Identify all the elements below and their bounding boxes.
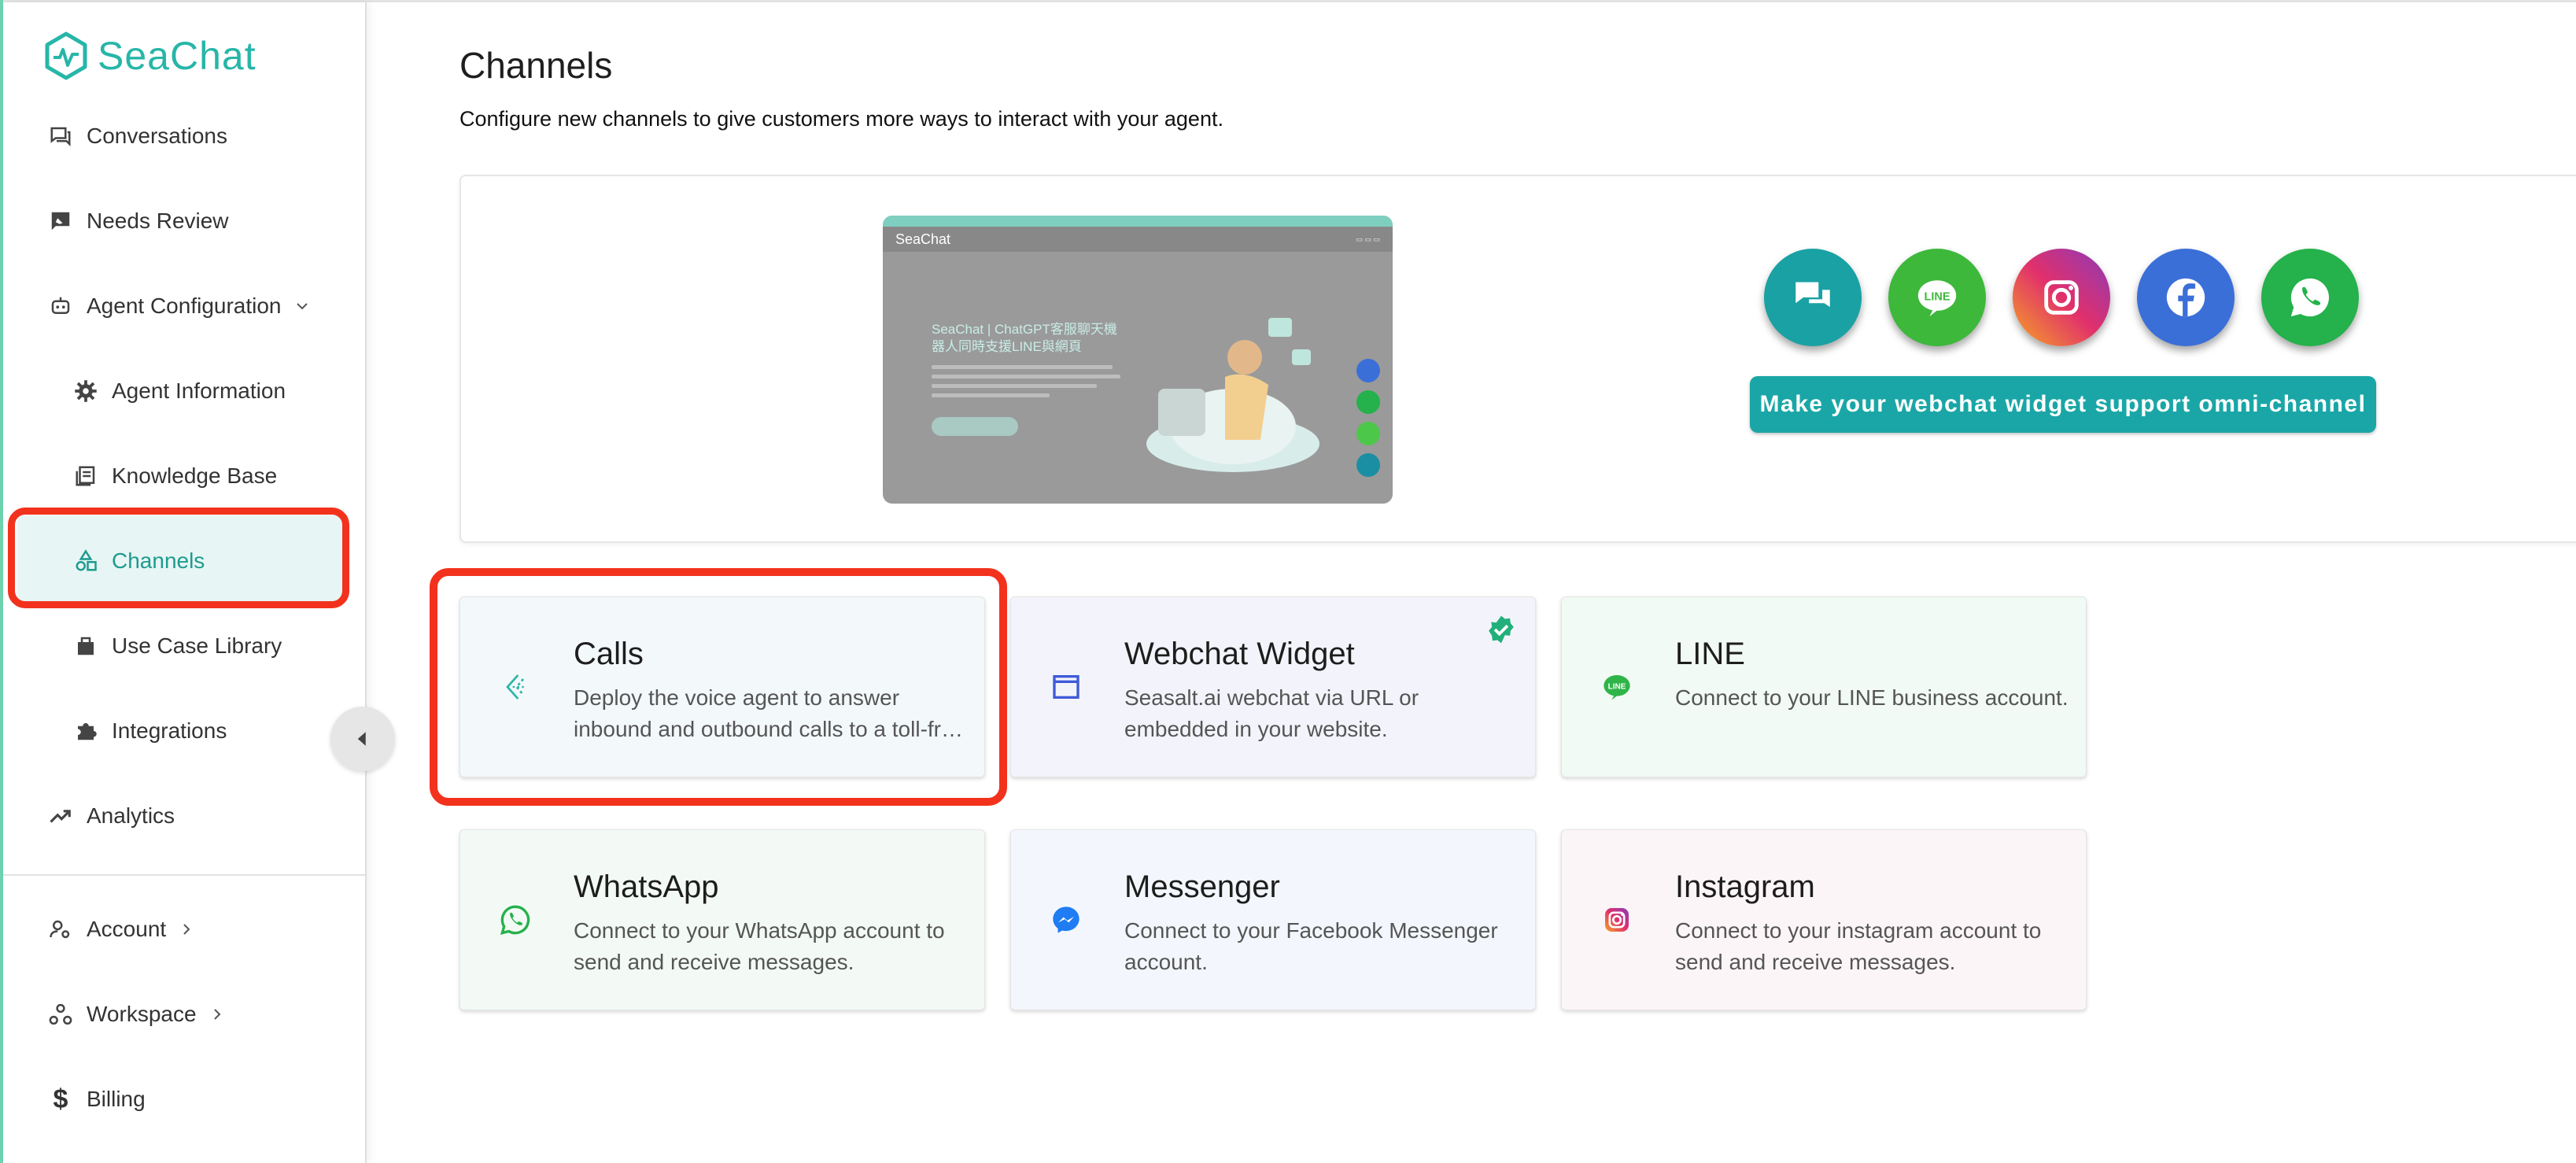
preview-illustration: [1146, 318, 1319, 472]
card-description: Connect to your WhatsApp account to send…: [574, 918, 945, 974]
sidebar-item-label: Analytics: [87, 803, 175, 828]
puzzle-icon: [72, 718, 99, 744]
chevron-right-icon: [183, 924, 190, 935]
card-title: Messenger: [1124, 869, 1280, 904]
seachat-logo[interactable]: SeaChat: [41, 31, 256, 81]
page-subtitle: Configure new channels to give customers…: [459, 107, 1223, 131]
book-icon: [72, 463, 99, 489]
collapse-sidebar-button[interactable]: [330, 707, 395, 771]
dollar-icon: $: [53, 1084, 68, 1114]
brand-name: SeaChat: [98, 34, 256, 78]
sidebar-item-workspace[interactable]: Workspace: [47, 991, 227, 1038]
messenger-icon: [1049, 903, 1083, 937]
chevron-down-icon: [296, 303, 308, 310]
sidebar-item-conversations[interactable]: Conversations: [47, 113, 227, 160]
whatsapp-icon[interactable]: [2261, 249, 2359, 346]
card-description: Seasalt.ai webchat via URL or embedded i…: [1124, 685, 1419, 741]
svg-text:LINE: LINE: [1924, 291, 1950, 304]
preview-brand: SeaChat: [895, 231, 951, 247]
account-icon: [47, 916, 74, 943]
sidebar-item-agent-information[interactable]: Agent Information: [72, 367, 286, 415]
sidebar-item-label: Workspace: [87, 1002, 197, 1026]
sidebar-item-label: Billing: [87, 1087, 146, 1111]
page-title: Channels: [459, 45, 613, 86]
omni-channel-cta-button[interactable]: Make your webchat widget support omni-ch…: [1750, 376, 2376, 433]
sidebar-divider: [3, 874, 365, 876]
card-description: Connect to your LINE business account.: [1675, 685, 2069, 710]
channel-card-messenger[interactable]: Messenger Connect to your Facebook Messe…: [1010, 829, 1536, 1010]
chevron-left-icon: [357, 732, 366, 746]
sidebar-item-label: Integrations: [112, 718, 227, 743]
omni-channel-banner: SeaChat ▭ ▭ ▭ SeaChat | ChatGPT客服聊天機器人同時…: [459, 175, 2576, 543]
sidebar-item-label: Needs Review: [87, 209, 229, 233]
card-title: Instagram: [1675, 869, 1815, 904]
gear-icon: [72, 378, 99, 404]
sidebar-item-label: Account: [87, 917, 167, 941]
svg-text:LINE: LINE: [1608, 683, 1626, 692]
sidebar-item-knowledge-base[interactable]: Knowledge Base: [72, 452, 277, 500]
preview-button: [932, 417, 1018, 436]
verified-check-icon: [1489, 615, 1514, 644]
sidebar-item-needs-review[interactable]: Needs Review: [47, 198, 229, 245]
sidebar-item-analytics[interactable]: Analytics: [47, 792, 175, 840]
sidebar-item-label: Use Case Library: [112, 633, 282, 658]
seachat-logo-icon: [45, 31, 87, 80]
whatsapp-icon: [498, 903, 533, 937]
robot-icon: [47, 293, 74, 319]
instagram-icon: [1600, 903, 1634, 937]
library-icon: [72, 633, 99, 659]
omni-channel-icons: LINE: [1764, 249, 2359, 346]
preview-headline: SeaChat | ChatGPT客服聊天機器人同時支援LINE與網頁: [932, 322, 1117, 354]
preview-menu: ▭ ▭ ▭: [1356, 234, 1380, 243]
sidebar-item-billing[interactable]: $ Billing: [47, 1076, 146, 1123]
card-description: Connect to your Facebook Messenger accou…: [1124, 918, 1498, 974]
chat-icon: [47, 123, 74, 150]
preview-body-text: [932, 365, 1128, 412]
channels-highlight-annotation: [8, 508, 349, 608]
card-title: Webchat Widget: [1124, 637, 1355, 671]
review-icon: [47, 208, 74, 234]
sidebar-item-integrations[interactable]: Integrations: [72, 707, 227, 755]
channel-card-line[interactable]: LINE LINE Connect to your LINE business …: [1561, 596, 2087, 777]
sidebar-item-use-case-library[interactable]: Use Case Library: [72, 622, 282, 670]
sidebar-item-label: Knowledge Base: [112, 463, 278, 488]
card-title: LINE: [1675, 637, 1745, 671]
line-icon[interactable]: LINE: [1888, 249, 1986, 346]
trend-icon: [47, 803, 74, 829]
preview-top-bar: [883, 216, 1393, 227]
sidebar-item-label: Agent Configuration: [87, 294, 282, 318]
channel-card-webchat-widget[interactable]: Webchat Widget Seasalt.ai webchat via UR…: [1010, 596, 1536, 777]
preview-nav: SeaChat ▭ ▭ ▭: [883, 227, 1393, 252]
card-title: WhatsApp: [574, 869, 719, 904]
calls-highlight-annotation: [430, 568, 1007, 806]
sidebar-item-label: Conversations: [87, 124, 227, 148]
chat-icon[interactable]: [1764, 249, 1862, 346]
preview-channel-dots: [1356, 359, 1380, 477]
sidebar-item-label: Agent Information: [112, 378, 286, 403]
line-icon: LINE: [1600, 670, 1634, 704]
website-preview-image: SeaChat ▭ ▭ ▭ SeaChat | ChatGPT客服聊天機器人同時…: [883, 216, 1393, 504]
browser-window-icon: [1049, 670, 1083, 704]
chevron-right-icon: [213, 1009, 220, 1020]
card-description: Connect to your instagram account to sen…: [1675, 918, 2042, 974]
top-border: [0, 0, 2576, 2]
channel-card-whatsapp[interactable]: WhatsApp Connect to your WhatsApp accoun…: [459, 829, 985, 1010]
workspace-icon: [47, 1001, 74, 1028]
instagram-icon[interactable]: [2013, 249, 2110, 346]
sidebar-item-agent-configuration[interactable]: Agent Configuration: [47, 282, 312, 330]
facebook-icon[interactable]: [2137, 249, 2235, 346]
channel-card-instagram[interactable]: Instagram Connect to your instagram acco…: [1561, 829, 2087, 1010]
sidebar-item-account[interactable]: Account: [47, 906, 196, 953]
